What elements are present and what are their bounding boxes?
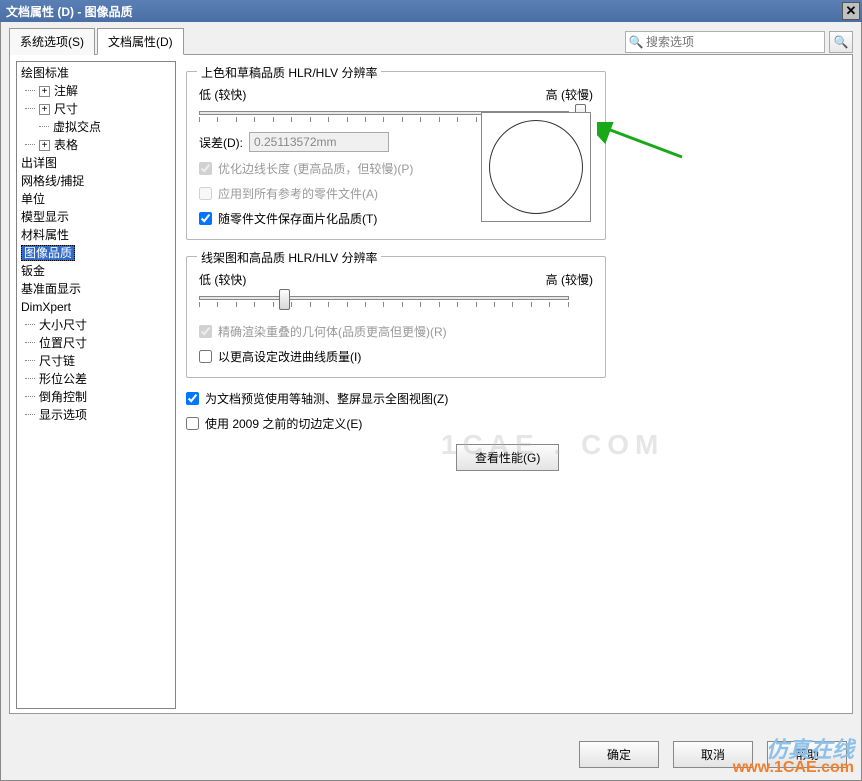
help-button[interactable]: 帮助 (767, 741, 847, 768)
tree-dimxpert[interactable]: DimXpert (17, 298, 175, 316)
preview-box (481, 112, 591, 222)
expand-icon[interactable]: + (39, 104, 50, 115)
tree-drawing-standard[interactable]: 绘图标准 (17, 64, 175, 82)
tree-pos-dim[interactable]: 位置尺寸 (17, 334, 175, 352)
tree-detailing[interactable]: 出详图 (17, 154, 175, 172)
tree-sheetmetal[interactable]: 钣金 (17, 262, 175, 280)
main-panel: 绘图标准 +注解 +尺寸 虚拟交点 +表格 出详图 网格线/捕捉 单位 模型显示… (9, 54, 853, 714)
dialog-body: 系统选项(S) 文档属性(D) 🔍 🔍 绘图标准 +注解 +尺寸 虚拟交点 +表… (0, 22, 862, 781)
group-title-2: 线架图和高品质 HLR/HLV 分辨率 (197, 249, 381, 266)
window-title: 文档属性 (D) - 图像品质 (6, 3, 133, 20)
low-label: 低 (较快) (199, 86, 246, 103)
tab-strip: 系统选项(S) 文档属性(D) (9, 28, 186, 55)
deviation-input (249, 132, 389, 152)
chk-2009-tangent[interactable]: 使用 2009 之前的切边定义(E) (186, 415, 836, 432)
expand-icon[interactable]: + (39, 86, 50, 97)
chk-higher-curve[interactable]: 以更高设定改进曲线质量(I) (199, 348, 593, 365)
high-label-2: 高 (较慢) (546, 271, 593, 288)
search-go-icon: 🔍 (834, 35, 849, 49)
slider-thumb-2[interactable] (279, 289, 290, 310)
chk-iso-preview[interactable]: 为文档预览使用等轴测、整屏显示全图视图(Z) (186, 390, 836, 407)
chk-precise-render: 精确渲染重叠的几何体(品质更高但更慢)(R) (199, 323, 593, 340)
tree-grid[interactable]: 网格线/捕捉 (17, 172, 175, 190)
high-label: 高 (较慢) (546, 86, 593, 103)
view-performance-button[interactable]: 查看性能(G) (456, 444, 559, 471)
shaded-quality-group: 上色和草稿品质 HLR/HLV 分辨率 低 (较快) 高 (较慢) 误差(D): (186, 71, 606, 240)
tree-image-quality[interactable]: 图像品质 (17, 244, 175, 262)
search-box[interactable]: 🔍 (625, 31, 825, 53)
titlebar: 文档属性 (D) - 图像品质 ✕ (0, 0, 862, 22)
tree-dimension[interactable]: +尺寸 (17, 100, 175, 118)
tab-document-properties[interactable]: 文档属性(D) (97, 28, 184, 55)
tab-system-options[interactable]: 系统选项(S) (9, 28, 95, 55)
tree-chamfer[interactable]: 倒角控制 (17, 388, 175, 406)
tree-table[interactable]: +表格 (17, 136, 175, 154)
close-button[interactable]: ✕ (842, 2, 860, 20)
tree-plane-display[interactable]: 基准面显示 (17, 280, 175, 298)
search-button[interactable]: 🔍 (829, 31, 853, 53)
category-tree[interactable]: 绘图标准 +注解 +尺寸 虚拟交点 +表格 出详图 网格线/捕捉 单位 模型显示… (16, 61, 176, 709)
tree-annotation[interactable]: +注解 (17, 82, 175, 100)
search-icon: 🔍 (626, 35, 646, 49)
ok-button[interactable]: 确定 (579, 741, 659, 768)
tree-geom-tol[interactable]: 形位公差 (17, 370, 175, 388)
settings-content: 上色和草稿品质 HLR/HLV 分辨率 低 (较快) 高 (较慢) 误差(D): (176, 61, 846, 707)
dialog-footer: 确定 取消 帮助 (579, 741, 847, 768)
preview-circle (489, 120, 583, 214)
tree-dim-chain[interactable]: 尺寸链 (17, 352, 175, 370)
low-label-2: 低 (较快) (199, 271, 246, 288)
expand-icon[interactable]: + (39, 140, 50, 151)
cancel-button[interactable]: 取消 (673, 741, 753, 768)
group-title: 上色和草稿品质 HLR/HLV 分辨率 (197, 64, 381, 81)
tree-material[interactable]: 材料属性 (17, 226, 175, 244)
tree-display-opt[interactable]: 显示选项 (17, 406, 175, 424)
deviation-label: 误差(D): (199, 134, 243, 151)
tree-virtual-sharp[interactable]: 虚拟交点 (17, 118, 175, 136)
search-input[interactable] (646, 35, 824, 49)
tree-model-display[interactable]: 模型显示 (17, 208, 175, 226)
tree-size-dim[interactable]: 大小尺寸 (17, 316, 175, 334)
wireframe-quality-slider[interactable] (199, 296, 569, 300)
tree-units[interactable]: 单位 (17, 190, 175, 208)
wireframe-quality-group: 线架图和高品质 HLR/HLV 分辨率 低 (较快) 高 (较慢) 精确渲染重叠… (186, 256, 606, 378)
